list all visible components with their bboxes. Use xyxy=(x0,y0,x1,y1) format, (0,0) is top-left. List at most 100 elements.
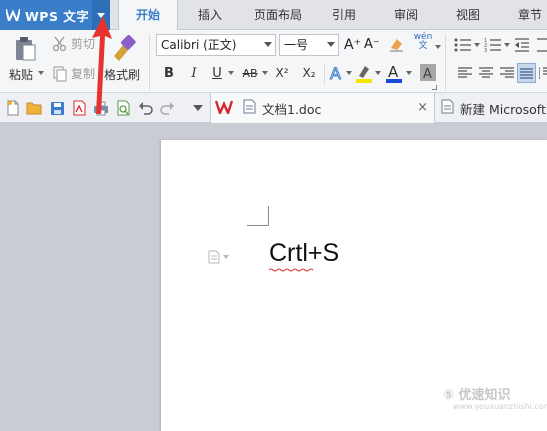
close-tab-icon[interactable]: × xyxy=(417,100,428,115)
redo-icon[interactable] xyxy=(159,100,175,116)
ribbon-home: 粘贴 剪切 复制 格式刷 Calibri (正文) 一号 A⁺ A⁻ wén 文… xyxy=(0,30,547,93)
font-size-select[interactable]: 一号 xyxy=(279,34,339,56)
tab-insert[interactable]: 插入 xyxy=(186,0,234,30)
copy-icon xyxy=(53,66,67,81)
tab-review[interactable]: 审阅 xyxy=(382,0,430,30)
watermark-logo: ⑤ 优速知识 xyxy=(443,388,511,403)
decrease-indent-icon[interactable] xyxy=(514,37,530,53)
save-icon[interactable] xyxy=(49,100,65,116)
margin-corner-marker xyxy=(247,206,269,226)
numbered-list-icon[interactable]: 123 xyxy=(484,37,502,53)
grow-font-label: A⁺ xyxy=(344,37,361,53)
wps-app-menu-button[interactable]: WPS 文字 xyxy=(0,0,110,30)
copy-button[interactable]: 复制 xyxy=(52,65,95,82)
open-folder-icon[interactable] xyxy=(26,100,42,116)
highlight-icon[interactable] xyxy=(355,63,373,83)
undo-icon[interactable] xyxy=(137,100,153,116)
clear-format-icon[interactable] xyxy=(388,36,404,52)
tab-chapter[interactable]: 章节 xyxy=(506,0,547,30)
svg-text:3: 3 xyxy=(484,48,487,53)
scissors-icon xyxy=(52,36,67,51)
document-page[interactable]: Crtl+S ⑤ 优速知识 www.youxuanzhishi.com xyxy=(161,140,547,431)
chevron-down-icon xyxy=(327,42,335,47)
chevron-down-icon xyxy=(264,42,272,47)
ribbon-divider xyxy=(445,34,446,90)
align-justify-icon xyxy=(520,67,533,79)
clipboard-icon xyxy=(16,37,36,61)
document-tab-label: 新建 Microsoft xyxy=(460,101,546,117)
increase-indent-icon[interactable] xyxy=(536,37,547,53)
app-title: WPS 文字 xyxy=(25,8,90,24)
text-effect-icon[interactable]: A xyxy=(329,64,345,82)
tab-view[interactable]: 视图 xyxy=(444,0,492,30)
doc-file-icon xyxy=(243,99,257,117)
ribbon-divider xyxy=(324,64,325,84)
customize-toolbar-icon[interactable] xyxy=(190,100,206,116)
phonetic-label: wén 文 xyxy=(413,32,433,51)
font-name-value: Calibri (正文) xyxy=(161,38,237,52)
phonetic-dropdown-icon[interactable] xyxy=(435,45,441,49)
format-painter-icon[interactable] xyxy=(110,34,136,62)
quick-access-toolbar: 文档1.doc × 新建 Microsoft xyxy=(0,93,547,123)
document-tab-1[interactable]: 文档1.doc × xyxy=(210,93,435,123)
align-center-icon[interactable] xyxy=(479,66,493,80)
svg-text:A: A xyxy=(330,64,341,82)
menu-tab-bar: WPS 文字 开始 插入 页面布局 引用 审阅 视图 章节 xyxy=(0,0,547,31)
tab-references[interactable]: 引用 xyxy=(320,0,368,30)
document-tab-2[interactable]: 新建 Microsoft xyxy=(437,93,547,123)
document-workspace: Crtl+S ⑤ 优速知识 www.youxuanzhishi.com xyxy=(0,124,547,431)
document-body-text[interactable]: Crtl+S xyxy=(269,239,339,268)
font-color-dropdown-icon[interactable] xyxy=(406,71,412,75)
grow-font-button[interactable]: A⁺ xyxy=(344,37,361,53)
italic-button[interactable]: I xyxy=(185,63,203,83)
bullet-list-dropdown-icon[interactable] xyxy=(474,43,480,47)
distributed-align-icon[interactable] xyxy=(539,66,547,80)
format-painter-label[interactable]: 格式刷 xyxy=(104,66,140,83)
text-effect-dropdown-icon[interactable] xyxy=(346,71,352,75)
strike-dropdown-icon[interactable] xyxy=(262,71,268,75)
tab-page-layout[interactable]: 页面布局 xyxy=(246,0,310,30)
print-preview-icon[interactable] xyxy=(115,100,131,116)
bold-button[interactable]: B xyxy=(160,63,178,83)
strikethrough-button[interactable]: AB xyxy=(238,63,262,83)
paste-button[interactable] xyxy=(10,35,40,63)
watermark-url: www.youxuanzhishi.com xyxy=(453,402,547,411)
font-color-icon[interactable]: A xyxy=(385,63,403,83)
underline-dropdown-icon[interactable] xyxy=(228,71,234,75)
svg-text:A: A xyxy=(423,67,432,81)
new-document-icon[interactable] xyxy=(5,100,21,116)
font-dialog-launcher[interactable] xyxy=(432,85,437,90)
numbered-list-dropdown-icon[interactable] xyxy=(504,43,510,47)
underline-button[interactable]: U xyxy=(208,63,226,83)
font-name-select[interactable]: Calibri (正文) xyxy=(156,34,276,56)
phonetic-guide-button[interactable]: wén 文 xyxy=(413,33,433,51)
export-pdf-icon[interactable] xyxy=(71,100,87,116)
tab-home[interactable]: 开始 xyxy=(118,0,178,31)
paste-label[interactable]: 粘贴 xyxy=(9,66,33,83)
highlight-dropdown-icon[interactable] xyxy=(375,71,381,75)
copy-label: 复制 xyxy=(71,67,96,81)
chevron-down-icon xyxy=(97,12,105,18)
subscript-button[interactable]: X₂ xyxy=(298,63,320,83)
align-right-icon[interactable] xyxy=(500,66,514,80)
cut-button[interactable]: 剪切 xyxy=(52,35,95,52)
doc-file-icon xyxy=(441,99,455,117)
superscript-button[interactable]: X² xyxy=(271,63,293,83)
character-shading-icon[interactable]: A xyxy=(420,64,436,81)
ribbon-divider xyxy=(149,34,150,90)
app-menu-dropdown-button[interactable] xyxy=(92,0,110,30)
shrink-font-label: A⁻ xyxy=(364,37,380,52)
cut-label: 剪切 xyxy=(71,37,96,51)
justify-button[interactable] xyxy=(517,63,536,83)
svg-text:A: A xyxy=(388,63,399,81)
paste-dropdown-icon[interactable] xyxy=(38,71,44,75)
align-left-icon[interactable] xyxy=(458,66,472,80)
print-icon[interactable] xyxy=(93,100,109,116)
font-size-value: 一号 xyxy=(284,38,309,52)
document-tab-label: 文档1.doc xyxy=(262,101,322,117)
wps-logo-icon xyxy=(6,8,20,22)
paragraph-layout-icon[interactable] xyxy=(208,250,229,264)
wps-brand-icon xyxy=(214,100,234,117)
shrink-font-button[interactable]: A⁻ xyxy=(364,37,380,52)
bullet-list-icon[interactable] xyxy=(454,37,472,53)
